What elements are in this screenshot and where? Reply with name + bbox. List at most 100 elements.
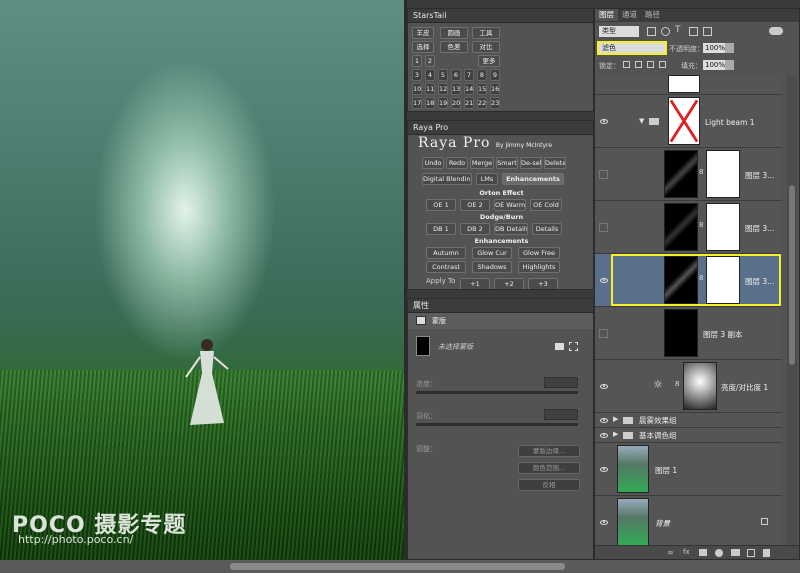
layer-row-top[interactable]: [595, 75, 781, 95]
details-button[interactable]: Details: [532, 223, 562, 235]
smart-button[interactable]: Smart: [496, 157, 518, 169]
autumn-button[interactable]: Autumn: [426, 247, 466, 259]
adjustment-icon[interactable]: [715, 549, 723, 557]
filter-smart-icon[interactable]: [703, 27, 712, 36]
opacity-input[interactable]: 100%: [703, 43, 725, 53]
st-small-17[interactable]: 17: [412, 97, 422, 109]
apply-1-button[interactable]: +1: [460, 278, 490, 289]
contrast-button[interactable]: Contrast: [426, 261, 466, 273]
tab-lms[interactable]: LMs: [476, 173, 498, 185]
visibility-eye-icon[interactable]: [600, 119, 608, 124]
st-btn-4[interactable]: 选择: [412, 41, 434, 53]
st-small-7[interactable]: 7: [464, 69, 474, 81]
trash-icon[interactable]: [763, 549, 770, 557]
highlights-button[interactable]: Highlights: [518, 261, 560, 273]
visibility-eye-icon[interactable]: [600, 418, 608, 423]
db2-button[interactable]: DB 2: [460, 223, 490, 235]
merge-button[interactable]: Merge: [470, 157, 494, 169]
visibility-eye-icon[interactable]: [600, 278, 608, 283]
horizontal-scrollbar[interactable]: [230, 563, 565, 570]
desel-button[interactable]: De-sel: [520, 157, 542, 169]
st-small-12[interactable]: 12: [438, 83, 448, 95]
st-btn-6[interactable]: 对比: [472, 41, 500, 53]
shadows-button[interactable]: Shadows: [472, 261, 512, 273]
filter-pixel-icon[interactable]: [647, 27, 656, 36]
redo-button[interactable]: Redo: [446, 157, 468, 169]
tab-enhancements[interactable]: Enhancements: [502, 173, 564, 185]
density-slider[interactable]: [416, 391, 578, 394]
oe2-button[interactable]: OE 2: [460, 199, 490, 211]
layer-row[interactable]: 背景: [595, 496, 781, 545]
visibility-eye-icon[interactable]: [600, 467, 608, 472]
layer-filter-select[interactable]: 类型: [599, 26, 639, 37]
st-small-15[interactable]: 15: [477, 83, 487, 95]
feather-slider[interactable]: [416, 423, 578, 426]
opacity-dropdown[interactable]: [725, 43, 734, 53]
mask-edge-button[interactable]: 蒙版边缘...: [518, 445, 580, 457]
st-small-4[interactable]: 4: [425, 69, 435, 81]
st-small-9[interactable]: 9: [490, 69, 500, 81]
fill-input[interactable]: 100%: [703, 60, 725, 70]
layer-row-selected[interactable]: 8 图层 3...: [595, 254, 781, 307]
filter-shape-icon[interactable]: [689, 27, 698, 36]
st-small-21[interactable]: 21: [464, 97, 474, 109]
tab-paths[interactable]: 路径: [641, 9, 664, 21]
collapse-arrow-icon[interactable]: ▶: [613, 415, 618, 423]
layer-row[interactable]: 图层 1: [595, 443, 781, 496]
layer-row[interactable]: ☼ 8 亮度/对比度 1: [595, 360, 781, 413]
st-small-22[interactable]: 22: [477, 97, 487, 109]
db-details-button[interactable]: DB Details: [494, 223, 528, 235]
glow-free-button[interactable]: Glow Free: [518, 247, 560, 259]
link-icon[interactable]: ∞: [667, 548, 674, 557]
st-small-23[interactable]: 23: [490, 97, 500, 109]
group-row[interactable]: ▶ 基本调色组: [595, 428, 781, 443]
tab-layers[interactable]: 图层: [595, 9, 618, 21]
vector-mask-icon[interactable]: [569, 342, 578, 351]
st-small-3[interactable]: 3: [412, 69, 422, 81]
st-small-13[interactable]: 13: [451, 83, 461, 95]
visibility-toggle[interactable]: [599, 170, 608, 179]
layer-row[interactable]: 8 图层 3...: [595, 148, 781, 201]
st-btn-1[interactable]: 羊皮: [412, 27, 434, 39]
group-row[interactable]: ▶ 晨雾效果组: [595, 413, 781, 428]
st-small-11[interactable]: 11: [425, 83, 435, 95]
density-input[interactable]: [544, 377, 578, 388]
st-small-19[interactable]: 19: [438, 97, 448, 109]
chain-link-icon[interactable]: 8: [699, 168, 703, 176]
pixel-mask-icon[interactable]: [555, 343, 564, 350]
glow-cur-button[interactable]: Glow Cur: [472, 247, 512, 259]
st-small-16[interactable]: 16: [490, 83, 500, 95]
color-range-button[interactable]: 颜色范围...: [518, 462, 580, 474]
scrollbar-thumb[interactable]: [789, 185, 795, 365]
feather-input[interactable]: [544, 409, 578, 420]
visibility-toggle[interactable]: [599, 223, 608, 232]
filter-type-icon[interactable]: T: [675, 25, 681, 35]
fill-dropdown[interactable]: [725, 60, 734, 70]
filter-adjust-icon[interactable]: [661, 27, 670, 36]
st-more-button[interactable]: 更多: [478, 55, 500, 67]
lock-pixels-icon[interactable]: [635, 61, 642, 68]
apply-2-button[interactable]: +2: [494, 278, 524, 289]
layer-row[interactable]: 8 图层 3...: [595, 201, 781, 254]
lock-transparent-icon[interactable]: [623, 61, 630, 68]
db1-button[interactable]: DB 1: [426, 223, 456, 235]
fx-icon[interactable]: fx: [683, 548, 690, 556]
new-group-icon[interactable]: [731, 549, 740, 556]
st-small-1[interactable]: 1: [412, 55, 422, 67]
st-btn-3[interactable]: 工具: [472, 27, 500, 39]
chain-link-icon[interactable]: 8: [675, 380, 679, 388]
st-small-18[interactable]: 18: [425, 97, 435, 109]
delete-button[interactable]: Delete: [544, 157, 566, 169]
filter-toggle[interactable]: [769, 27, 783, 35]
st-small-6[interactable]: 6: [451, 69, 461, 81]
st-small-14[interactable]: 14: [464, 83, 474, 95]
layers-scrollbar[interactable]: [787, 75, 797, 545]
tab-channels[interactable]: 通道: [618, 9, 641, 21]
expand-arrow-icon[interactable]: ▼: [639, 117, 644, 125]
oe1-button[interactable]: OE 1: [426, 199, 456, 211]
st-small-2[interactable]: 2: [425, 55, 435, 67]
invert-button[interactable]: 反相: [518, 479, 580, 491]
visibility-toggle[interactable]: [599, 329, 608, 338]
undo-button[interactable]: Undo: [422, 157, 444, 169]
blend-mode-select[interactable]: 滤色: [599, 43, 665, 53]
